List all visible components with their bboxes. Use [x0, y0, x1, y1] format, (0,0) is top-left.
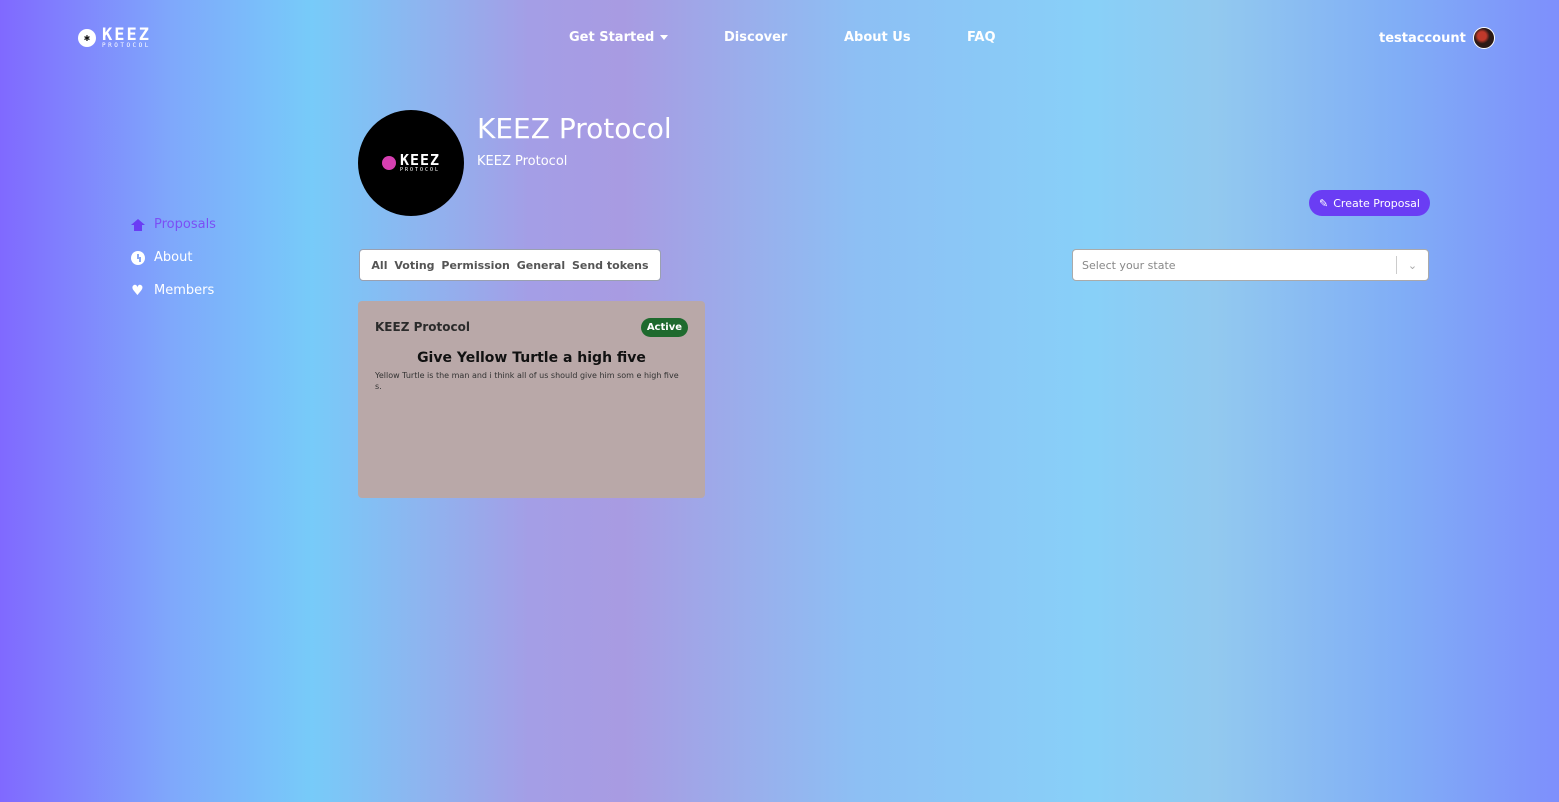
tab-voting[interactable]: Voting — [394, 259, 434, 272]
create-proposal-label: Create Proposal — [1333, 196, 1420, 210]
sidebar-item-proposals[interactable]: Proposals — [130, 217, 216, 232]
dao-logo-badge-icon — [381, 156, 396, 170]
sidebar-item-about[interactable]: About — [130, 250, 192, 265]
proposal-type-tabs: All Voting Permission General Send token… — [359, 249, 661, 281]
tab-send-tokens[interactable]: Send tokens — [572, 259, 649, 272]
tab-permission[interactable]: Permission — [441, 259, 509, 272]
site-logo[interactable]: ✱ KEEZ PROTOCOL — [78, 27, 196, 49]
pencil-icon: ✎ — [1319, 196, 1329, 210]
proposal-title: Give Yellow Turtle a high five — [417, 350, 646, 366]
proposal-description: Yellow Turtle is the man and i think all… — [375, 371, 679, 391]
proposal-org: KEEZ Protocol — [375, 320, 470, 334]
heart-icon: ♥ — [131, 282, 144, 299]
sidebar-item-members[interactable]: ♥ Members — [130, 283, 214, 298]
page-subtitle: KEEZ Protocol — [477, 154, 568, 169]
dao-avatar: KEEZ PROTOCOL — [358, 110, 464, 216]
logo-wordmark: KEEZ PROTOCOL — [102, 27, 151, 49]
state-select-placeholder: Select your state — [1082, 258, 1176, 272]
dao-logo-main-text: KEEZ — [399, 151, 441, 169]
sidebar-item-label: Proposals — [154, 217, 216, 232]
chevron-down-icon — [660, 35, 669, 40]
home-icon — [130, 217, 145, 232]
logo-badge-icon: ✱ — [78, 29, 96, 47]
nav-about-us[interactable]: About Us — [844, 30, 911, 45]
tab-all[interactable]: All — [371, 259, 387, 272]
username: testaccount — [1379, 30, 1466, 46]
nav-faq[interactable]: FAQ — [967, 30, 996, 45]
logo-sub-text: PROTOCOL — [102, 42, 151, 49]
dao-logo-sub-text: PROTOCOL — [399, 167, 441, 173]
nav-get-started-label: Get Started — [569, 30, 655, 45]
dao-logo-wordmark: KEEZ PROTOCOL — [400, 153, 440, 173]
nav-get-started[interactable]: Get Started — [569, 30, 669, 45]
user-menu[interactable]: testaccount — [1379, 27, 1495, 49]
proposal-card[interactable]: KEEZ Protocol Active Give Yellow Turtle … — [358, 301, 705, 498]
sidebar-item-label: Members — [154, 283, 215, 298]
nav-discover[interactable]: Discover — [724, 30, 787, 45]
chevron-down-icon[interactable]: ⌄ — [1397, 259, 1428, 272]
status-badge: Active — [640, 318, 688, 337]
page-title: KEEZ Protocol — [477, 112, 672, 145]
create-proposal-button[interactable]: ✎ Create Proposal — [1309, 190, 1430, 216]
sidebar-item-label: About — [154, 250, 193, 265]
avatar — [1472, 27, 1495, 49]
clock-icon — [130, 250, 145, 265]
state-select[interactable]: Select your state ⌄ — [1072, 249, 1429, 281]
tab-general[interactable]: General — [517, 259, 565, 272]
